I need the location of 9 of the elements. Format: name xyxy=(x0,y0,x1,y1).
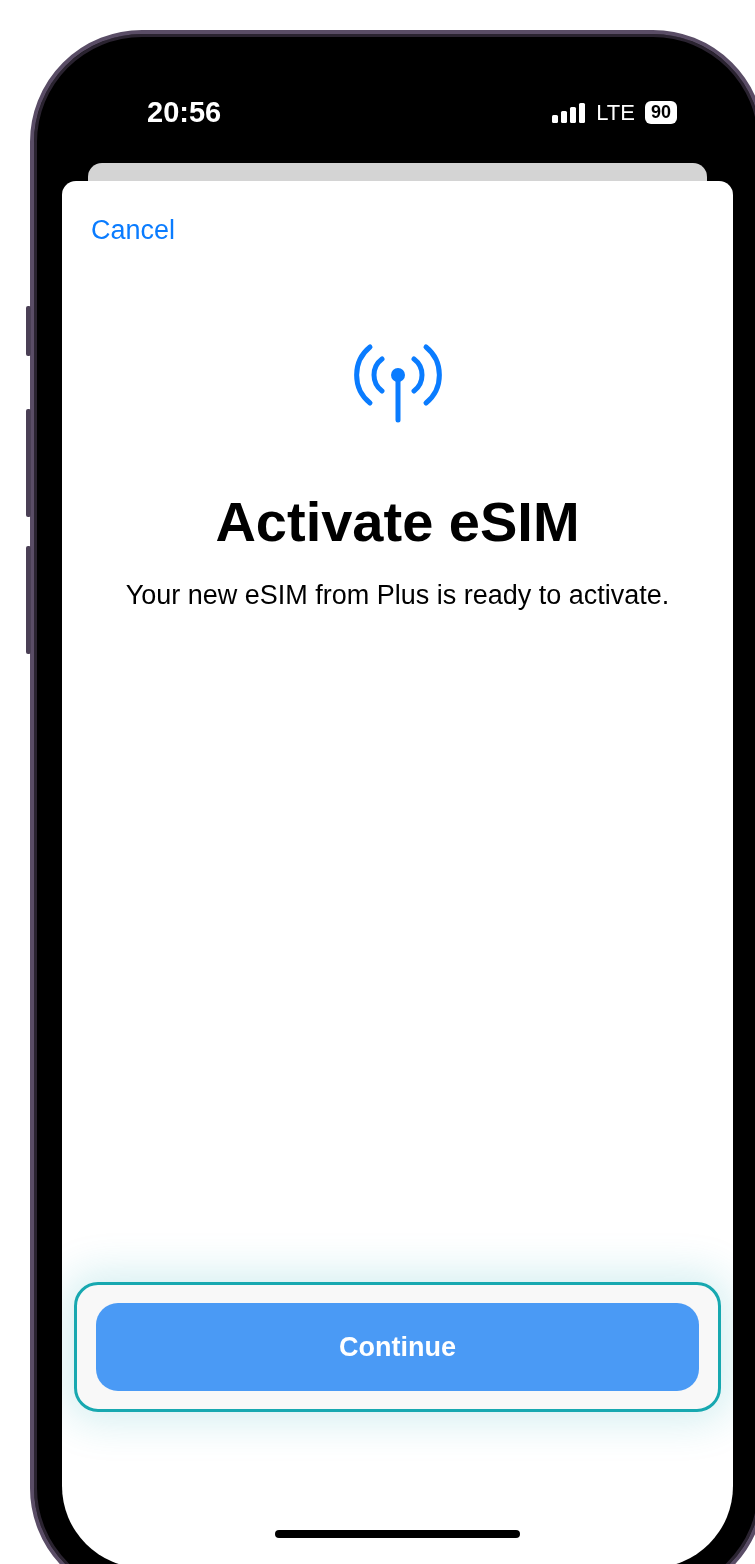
status-time: 20:56 xyxy=(147,96,222,129)
continue-button[interactable]: Continue xyxy=(96,1303,699,1391)
sheet-subtitle: Your new eSIM from Plus is ready to activate. xyxy=(125,580,670,611)
network-type: LTE xyxy=(596,99,635,126)
sheet-title: Activate eSIM xyxy=(215,489,580,554)
antenna-icon xyxy=(351,341,444,423)
cancel-link[interactable]: Cancel xyxy=(91,215,176,246)
signal-icon xyxy=(552,102,587,123)
battery-level: 90 xyxy=(644,101,677,124)
